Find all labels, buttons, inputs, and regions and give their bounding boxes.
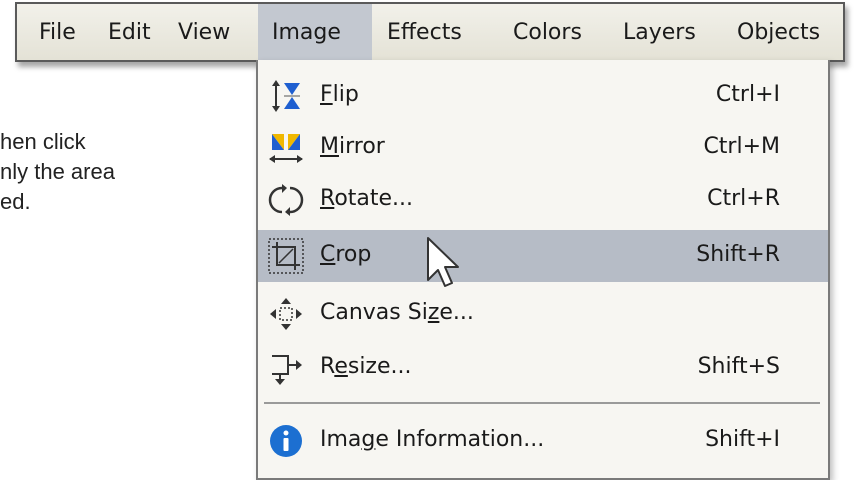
crop-icon bbox=[268, 238, 304, 274]
menu-item-mirror[interactable]: Mirror Ctrl+M bbox=[258, 122, 828, 174]
menu-effects[interactable]: Effects bbox=[373, 4, 476, 60]
rotate-icon bbox=[268, 184, 304, 216]
menu-item-crop-label: Crop bbox=[320, 242, 372, 267]
info-icon bbox=[270, 425, 302, 457]
menu-item-rotate[interactable]: Rotate... Ctrl+R bbox=[258, 174, 828, 226]
menu-image[interactable]: Image bbox=[258, 4, 372, 60]
menu-item-image-information[interactable]: Image Information... Shift+I bbox=[258, 415, 828, 467]
menu-item-canvas-size-label: Canvas Size... bbox=[320, 300, 474, 325]
menu-item-mirror-label: Mirror bbox=[320, 134, 385, 159]
shortcut-crop: Shift+R bbox=[696, 242, 780, 267]
menu-objects[interactable]: Objects bbox=[723, 4, 834, 60]
menu-bar: File Edit View Image Effects Colors Laye… bbox=[15, 2, 845, 62]
paragraph-line-1: hen click bbox=[0, 129, 86, 154]
image-menu-dropdown: Flip Ctrl+I Mirror Ctrl+M Rotate... Ctrl… bbox=[256, 60, 830, 480]
menu-item-flip-label: Flip bbox=[320, 82, 359, 107]
menu-item-resize-label: Resize... bbox=[320, 354, 412, 379]
menu-view[interactable]: View bbox=[164, 4, 244, 60]
menu-file[interactable]: File bbox=[25, 4, 90, 60]
shortcut-flip: Ctrl+I bbox=[715, 82, 780, 107]
shortcut-mirror: Ctrl+M bbox=[703, 134, 780, 159]
flip-icon bbox=[272, 80, 300, 112]
menu-item-flip[interactable]: Flip Ctrl+I bbox=[258, 70, 828, 122]
paragraph-line-2: nly the area bbox=[0, 159, 115, 184]
menu-item-crop[interactable]: Crop Shift+R bbox=[258, 230, 828, 282]
paragraph-line-3: ed. bbox=[0, 189, 31, 214]
shortcut-resize: Shift+S bbox=[697, 354, 780, 379]
menu-item-canvas-size[interactable]: Canvas Size... bbox=[258, 288, 828, 340]
menu-edit[interactable]: Edit bbox=[94, 4, 165, 60]
mirror-icon bbox=[269, 134, 303, 163]
menu-separator bbox=[264, 402, 820, 404]
canvas-size-icon bbox=[270, 298, 302, 330]
menu-layers[interactable]: Layers bbox=[609, 4, 710, 60]
shortcut-image-information: Shift+I bbox=[705, 427, 780, 452]
background-paragraph: hen click nly the area ed. bbox=[0, 127, 115, 217]
shortcut-rotate: Ctrl+R bbox=[707, 186, 780, 211]
mouse-pointer-icon bbox=[427, 237, 459, 287]
menu-item-image-information-label: Image Information... bbox=[320, 427, 545, 452]
menu-item-rotate-label: Rotate... bbox=[320, 186, 414, 211]
menu-item-resize[interactable]: Resize... Shift+S bbox=[258, 342, 828, 394]
resize-icon bbox=[272, 355, 302, 385]
menu-colors[interactable]: Colors bbox=[499, 4, 596, 60]
